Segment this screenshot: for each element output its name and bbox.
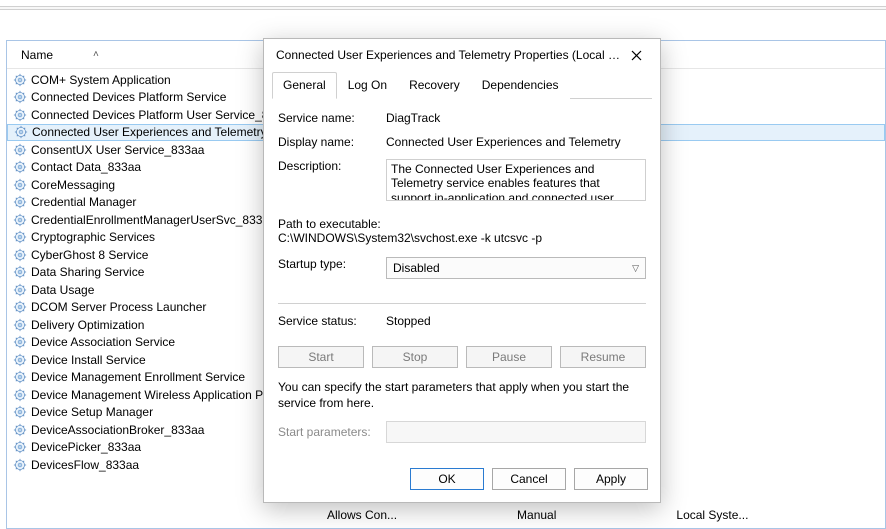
- service-name: Device Management Enrollment Service: [31, 370, 245, 384]
- gear-icon: [13, 353, 27, 367]
- col-desc-value: Allows Con...: [327, 508, 397, 522]
- dialog-titlebar[interactable]: Connected User Experiences and Telemetry…: [264, 39, 660, 71]
- gear-icon: [13, 248, 27, 262]
- label-start-params: Start parameters:: [278, 425, 386, 439]
- label-startup: Startup type:: [278, 257, 386, 271]
- label-display-name: Display name:: [278, 135, 386, 149]
- gear-icon: [13, 370, 27, 384]
- pause-button[interactable]: Pause: [466, 346, 552, 368]
- dialog-title: Connected User Experiences and Telemetry…: [276, 48, 620, 62]
- gear-icon: [13, 423, 27, 437]
- service-name: Connected User Experiences and Telemetry: [32, 125, 267, 139]
- column-header-name[interactable]: Name ˄: [15, 48, 153, 62]
- gear-icon: [13, 388, 27, 402]
- value-status: Stopped: [386, 314, 646, 328]
- gear-icon: [14, 125, 28, 139]
- gear-icon: [13, 195, 27, 209]
- dialog-tabs: GeneralLog OnRecoveryDependencies: [272, 71, 652, 99]
- service-name: DevicesFlow_833aa: [31, 458, 139, 472]
- tab-recovery[interactable]: Recovery: [398, 72, 471, 99]
- gear-icon: [13, 335, 27, 349]
- start-params-input: [386, 421, 646, 443]
- ok-button[interactable]: OK: [410, 468, 484, 490]
- service-name: Connected Devices Platform Service: [31, 90, 226, 104]
- gear-icon: [13, 160, 27, 174]
- gear-icon: [13, 178, 27, 192]
- gear-icon: [13, 90, 27, 104]
- service-name: Delivery Optimization: [31, 318, 144, 332]
- service-name: DeviceAssociationBroker_833aa: [31, 423, 204, 437]
- help-text: You can specify the start parameters tha…: [278, 380, 646, 411]
- gear-icon: [13, 230, 27, 244]
- service-name: Data Sharing Service: [31, 265, 144, 279]
- close-icon: [631, 50, 642, 61]
- gear-icon: [13, 283, 27, 297]
- resume-button[interactable]: Resume: [560, 346, 646, 368]
- service-name: ConsentUX User Service_833aa: [31, 143, 204, 157]
- gear-icon: [13, 458, 27, 472]
- value-path: C:\WINDOWS\System32\svchost.exe -k utcsv…: [278, 231, 646, 245]
- service-name: Data Usage: [31, 283, 94, 297]
- gear-icon: [13, 213, 27, 227]
- service-name: Device Install Service: [31, 353, 146, 367]
- tab-dependencies[interactable]: Dependencies: [471, 72, 570, 99]
- gear-icon: [13, 265, 27, 279]
- service-name: CoreMessaging: [31, 178, 115, 192]
- service-name: Cryptographic Services: [31, 230, 155, 244]
- service-name: Device Setup Manager: [31, 405, 153, 419]
- cancel-button[interactable]: Cancel: [492, 468, 566, 490]
- service-name: DCOM Server Process Launcher: [31, 300, 206, 314]
- value-display-name: Connected User Experiences and Telemetry: [386, 135, 646, 149]
- tab-general[interactable]: General: [272, 72, 337, 99]
- properties-dialog: Connected User Experiences and Telemetry…: [263, 38, 661, 503]
- chevron-down-icon: ▽: [632, 263, 639, 274]
- col-startup-value: Manual: [517, 508, 556, 522]
- label-path: Path to executable:: [278, 217, 646, 231]
- label-status: Service status:: [278, 314, 386, 328]
- label-description: Description:: [278, 159, 386, 173]
- service-name: Contact Data_833aa: [31, 160, 141, 174]
- gear-icon: [13, 73, 27, 87]
- sort-indicator-icon: ˄: [93, 49, 99, 60]
- service-name: Credential Manager: [31, 195, 136, 209]
- gear-icon: [13, 108, 27, 122]
- partial-row: Allows Con... Manual Local Syste...: [327, 508, 748, 522]
- stop-button[interactable]: Stop: [372, 346, 458, 368]
- start-button[interactable]: Start: [278, 346, 364, 368]
- gear-icon: [13, 318, 27, 332]
- service-name: Device Association Service: [31, 335, 175, 349]
- apply-button[interactable]: Apply: [574, 468, 648, 490]
- service-name: CredentialEnrollmentManagerUserSvc_833aa: [31, 213, 276, 227]
- service-name: Device Management Wireless Application P…: [31, 388, 299, 402]
- column-label: Name: [21, 48, 53, 62]
- gear-icon: [13, 143, 27, 157]
- col-logon-value: Local Syste...: [676, 508, 748, 522]
- gear-icon: [13, 440, 27, 454]
- startup-type-select[interactable]: Disabled ▽: [386, 257, 646, 279]
- service-name: DevicePicker_833aa: [31, 440, 141, 454]
- tab-general: Service name: DiagTrack Display name: Co…: [264, 99, 660, 458]
- startup-type-value: Disabled: [393, 261, 440, 275]
- value-service-name: DiagTrack: [386, 111, 646, 125]
- service-name: CyberGhost 8 Service: [31, 248, 148, 262]
- gear-icon: [13, 405, 27, 419]
- gear-icon: [13, 300, 27, 314]
- label-service-name: Service name:: [278, 111, 386, 125]
- service-name: Connected Devices Platform User Service_…: [31, 108, 295, 122]
- separator: [278, 303, 646, 304]
- description-box[interactable]: The Connected User Experiences and Telem…: [386, 159, 646, 201]
- close-button[interactable]: [620, 43, 652, 67]
- window-divider: [0, 6, 886, 10]
- dialog-footer: OK Cancel Apply: [264, 458, 660, 502]
- tab-log-on[interactable]: Log On: [337, 72, 398, 99]
- service-name: COM+ System Application: [31, 73, 171, 87]
